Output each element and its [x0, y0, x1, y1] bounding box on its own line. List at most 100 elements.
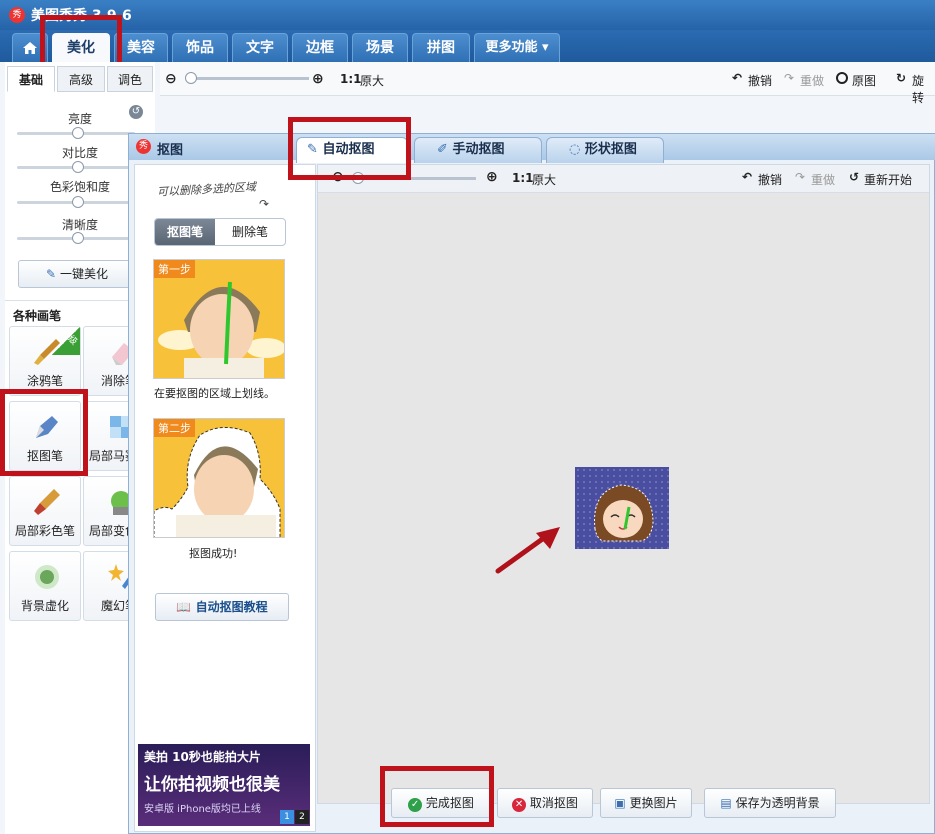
brush-background-blur[interactable]: 背景虚化	[9, 551, 81, 621]
auto-cutout-icon: ✎	[307, 142, 318, 157]
subtab-basic[interactable]: 基础	[7, 66, 55, 92]
step1-tag: 第一步	[154, 260, 195, 278]
dialog-logo-icon: 秀	[136, 139, 151, 154]
tab-auto-cutout-label: 自动抠图	[322, 142, 375, 157]
zoom-ratio[interactable]: 1:1	[340, 72, 362, 86]
save-transparent-button[interactable]: ▤ 保存为透明背景	[704, 788, 836, 818]
canvas-zoom-slider-knob[interactable]	[352, 172, 364, 184]
zoom-in-icon[interactable]: ⊕	[312, 71, 324, 87]
finish-cutout-button[interactable]: ✓ 完成抠图	[391, 788, 491, 818]
canvas-zoom-ratio[interactable]: 1:1	[512, 171, 534, 185]
title-bar	[0, 0, 935, 30]
blur-icon	[35, 565, 59, 589]
rotate-button[interactable]: 旋转	[912, 72, 935, 106]
tab-manual-cutout[interactable]: ✐ 手动抠图	[414, 137, 542, 163]
main-nav: 美化 美容 饰品 文字 边框 场景 拼图 更多功能 ▾	[0, 30, 935, 62]
check-icon: ✓	[408, 798, 423, 812]
brush-doodle[interactable]: 升级 涂鸦笔	[9, 326, 81, 396]
handwritten-hint: 可以删除多选的区域	[156, 180, 257, 199]
tab-manual-cutout-label: 手动抠图	[452, 142, 505, 157]
step2-tag: 第二步	[154, 419, 195, 437]
brightness-slider[interactable]	[17, 127, 135, 139]
brightness-slider-knob[interactable]	[72, 127, 84, 139]
tab-text[interactable]: 文字	[232, 33, 288, 62]
step2-caption: 抠图成功!	[189, 547, 238, 560]
restart-icon[interactable]: ↺	[849, 170, 859, 184]
finish-cutout-label: 完成抠图	[425, 796, 474, 810]
canvas-original-size-button[interactable]: 原大	[532, 171, 556, 188]
redo-button: 重做	[800, 74, 825, 88]
brush-doodle-label: 涂鸦笔	[26, 374, 63, 388]
subtab-color[interactable]: 调色	[107, 66, 153, 92]
tab-scenes[interactable]: 场景	[352, 33, 408, 62]
zoom-slider-knob[interactable]	[185, 72, 197, 84]
tab-beauty[interactable]: 美容	[114, 33, 168, 62]
tab-collage[interactable]: 拼图	[412, 33, 470, 62]
redo-icon: ↷	[784, 71, 795, 85]
tab-shape-cutout-label: 形状抠图	[584, 142, 637, 157]
canvas-toolbar: ⊖ ⊕ 1:1 原大 ↶ 撤销 ↷ 重做 ↺ 重新开始	[318, 165, 929, 193]
cartoon-girl-image	[575, 467, 669, 549]
brush-cutout[interactable]: 抠图笔	[9, 401, 81, 471]
sharpness-slider[interactable]	[17, 232, 135, 244]
book-icon: 📖	[176, 600, 192, 614]
ad-page-1[interactable]: 1	[280, 810, 294, 824]
canvas-zoom-slider[interactable]	[352, 172, 476, 184]
red-arrow-annotation	[495, 527, 560, 574]
tab-beautify[interactable]: 美化	[52, 33, 110, 62]
brush-background-blur-label: 背景虚化	[20, 599, 69, 613]
rotate-icon[interactable]: ↻	[896, 71, 906, 85]
image-toolbar: ⊖ ⊕ 1:1 原大 ↶ 撤销 ↷ 重做 原图 ↻ 旋转	[160, 62, 935, 105]
subtab-advanced[interactable]: 高级	[57, 66, 105, 92]
brush-local-color[interactable]: 局部彩色笔	[9, 476, 81, 546]
ad-line1: 美拍 10秒也能拍大片	[144, 750, 261, 764]
undo-button[interactable]: 撤销	[748, 72, 772, 89]
meipai-ad-banner[interactable]: 美拍 10秒也能拍大片 让你拍视频也很美 安卓版 iPhone版均已上线 1 2	[138, 744, 310, 826]
change-image-button[interactable]: ▣ 更换图片	[600, 788, 692, 818]
original-image-button[interactable]: 原图	[852, 72, 876, 89]
canvas-redo-button: 重做	[811, 173, 836, 187]
original-size-button[interactable]: 原大	[360, 72, 384, 89]
canvas-undo-button[interactable]: 撤销	[758, 171, 782, 188]
sharpness-slider-knob[interactable]	[72, 232, 84, 244]
saturation-slider[interactable]	[17, 196, 135, 208]
shape-cutout-icon: ◌	[569, 142, 581, 157]
home-icon	[23, 42, 37, 54]
contrast-slider[interactable]	[17, 161, 135, 173]
magic-wand-icon: ✎	[46, 267, 57, 281]
brush-cutout-label: 抠图笔	[26, 449, 63, 463]
tab-frames[interactable]: 边框	[292, 33, 348, 62]
saturation-slider-knob[interactable]	[72, 196, 84, 208]
save-icon: ▤	[720, 796, 732, 810]
canvas-zoom-out-icon[interactable]: ⊖	[332, 169, 344, 185]
slider-label-brightness: 亮度	[67, 112, 92, 126]
canvas-zoom-in-icon[interactable]: ⊕	[486, 169, 498, 185]
contrast-slider-knob[interactable]	[72, 161, 84, 173]
undo-icon[interactable]: ↶	[732, 71, 742, 85]
cancel-cutout-button[interactable]: ✕ 取消抠图	[497, 788, 593, 818]
tab-accessories[interactable]: 饰品	[172, 33, 228, 62]
delete-pen-toggle[interactable]: 删除笔	[215, 219, 285, 245]
cutout-pen-toggle[interactable]: 抠图笔	[155, 219, 215, 245]
tab-shape-cutout[interactable]: ◌ 形状抠图	[546, 137, 664, 163]
pen-toggle: 抠图笔 删除笔	[154, 218, 286, 246]
ad-line3: 安卓版 iPhone版均已上线	[144, 804, 261, 815]
ad-page-2[interactable]: 2	[295, 810, 309, 824]
tutorial-button[interactable]: 📖 自动抠图教程	[155, 593, 289, 621]
cutout-pen-icon	[36, 416, 58, 438]
canvas-undo-icon[interactable]: ↶	[742, 170, 752, 184]
cutout-dialog: 秀 抠图 ✎ 自动抠图 ✐ 手动抠图 ◌ 形状抠图 可以删除多选的区域 ↷ 抠图…	[128, 133, 935, 834]
tab-auto-cutout[interactable]: ✎ 自动抠图	[296, 137, 408, 163]
cutout-instructions-panel: 可以删除多选的区域 ↷ 抠图笔 删除笔 第一步 在要抠图的区域上划线。 第二步 …	[134, 164, 316, 832]
zoom-slider[interactable]	[185, 72, 309, 84]
zoom-out-icon[interactable]: ⊖	[165, 71, 177, 87]
canvas-redo-icon: ↷	[795, 170, 806, 184]
tab-more-features[interactable]: 更多功能 ▾	[474, 33, 560, 62]
restart-button[interactable]: 重新开始	[864, 171, 912, 188]
color-brush-icon	[34, 489, 60, 515]
cutout-canvas[interactable]: ⊖ ⊕ 1:1 原大 ↶ 撤销 ↷ 重做 ↺ 重新开始	[317, 164, 930, 804]
home-tab[interactable]	[12, 33, 48, 62]
one-click-beautify-button[interactable]: ✎ 一键美化	[18, 260, 136, 288]
manual-cutout-icon: ✐	[437, 142, 448, 157]
one-click-beautify-label: 一键美化	[59, 267, 108, 281]
